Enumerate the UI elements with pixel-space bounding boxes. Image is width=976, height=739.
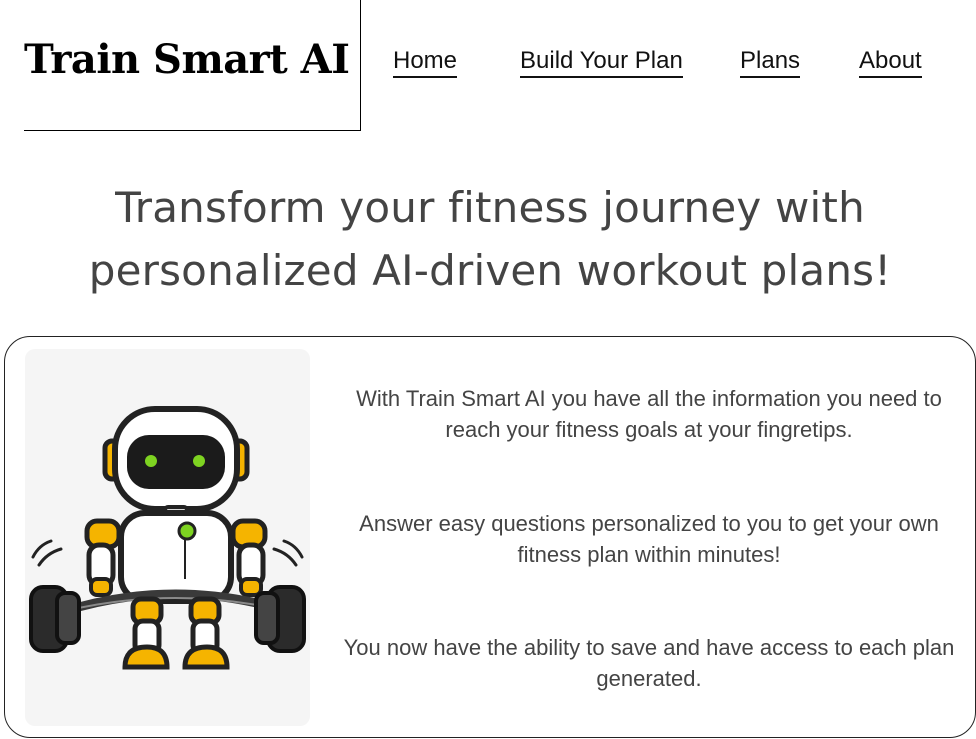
- feature-text-save: You now have the ability to save and hav…: [343, 635, 955, 691]
- features-card: With Train Smart AI you have all the inf…: [4, 336, 976, 738]
- site-logo-title[interactable]: Train Smart AI: [24, 36, 361, 83]
- hero-title: Transform your fitness journey with pers…: [88, 183, 892, 295]
- robot-lifting-barbell-icon: [25, 349, 310, 726]
- nav-link-plans[interactable]: Plans: [740, 47, 801, 78]
- feature-text-questions: Answer easy questions personalized to yo…: [359, 511, 939, 567]
- nav-link-about[interactable]: About: [859, 47, 922, 78]
- nav-link-home[interactable]: Home: [393, 47, 458, 78]
- nav-link-build-your-plan[interactable]: Build Your Plan: [520, 47, 683, 78]
- feature-text-info: With Train Smart AI you have all the inf…: [356, 386, 942, 442]
- brand-box: Train Smart AI: [24, 0, 361, 131]
